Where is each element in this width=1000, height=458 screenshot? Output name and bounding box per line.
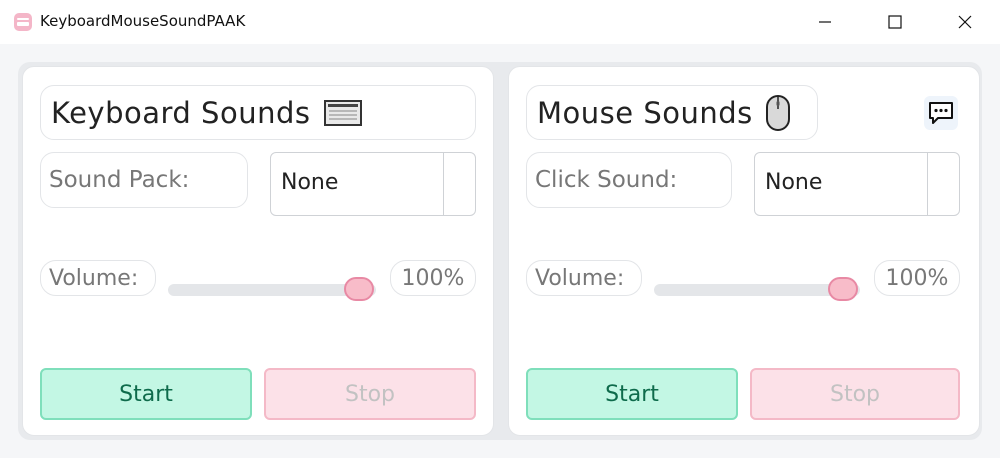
keyboard-volume-value: 100% xyxy=(390,260,476,296)
keyboard-volume-label: Volume: xyxy=(40,260,156,296)
mouse-volume-label: Volume: xyxy=(526,260,642,296)
keyboard-volume-slider-handle[interactable] xyxy=(344,277,374,301)
sound-pack-dropdown[interactable]: None xyxy=(270,152,476,216)
keyboard-volume-label-text: Volume: xyxy=(49,265,139,291)
mouse-stop-label: Stop xyxy=(829,381,880,407)
mouse-volume-label-text: Volume: xyxy=(535,265,625,291)
mouse-stop-button[interactable]: Stop xyxy=(750,368,960,420)
mouse-start-label: Start xyxy=(605,381,659,407)
click-sound-label-text: Click Sound: xyxy=(535,167,678,193)
title-bar: KeyboardMouseSoundPAAK xyxy=(0,0,1000,44)
app-keyboard-icon xyxy=(14,13,32,31)
keyboard-volume-value-text: 100% xyxy=(401,265,465,291)
close-icon xyxy=(958,15,972,29)
mouse-heading-text: Mouse Sounds xyxy=(537,95,753,130)
mouse-icon xyxy=(765,94,790,131)
sound-pack-label-text: Sound Pack: xyxy=(49,167,190,193)
minimize-button[interactable] xyxy=(802,0,848,44)
keyboard-icon xyxy=(324,99,363,126)
mouse-heading: Mouse Sounds xyxy=(526,85,818,140)
keyboard-heading-text: Keyboard Sounds xyxy=(51,95,311,130)
close-button[interactable] xyxy=(942,0,988,44)
click-sound-dropdown[interactable]: None xyxy=(754,152,960,216)
keyboard-start-label: Start xyxy=(119,381,173,407)
click-sound-label: Click Sound: xyxy=(526,152,732,208)
keyboard-stop-label: Stop xyxy=(344,381,395,407)
maximize-icon xyxy=(888,15,902,29)
chat-bubble-icon xyxy=(929,102,953,124)
mouse-volume-slider-handle[interactable] xyxy=(828,277,858,301)
sound-pack-label: Sound Pack: xyxy=(40,152,248,208)
mouse-volume-value: 100% xyxy=(874,260,960,296)
keyboard-heading: Keyboard Sounds xyxy=(40,85,476,140)
keyboard-stop-button[interactable]: Stop xyxy=(264,368,476,420)
sound-pack-value: None xyxy=(281,170,339,195)
window-title: KeyboardMouseSoundPAAK xyxy=(40,12,246,30)
maximize-button[interactable] xyxy=(872,0,918,44)
click-sound-dropdown-arrow[interactable] xyxy=(927,153,959,215)
sound-pack-dropdown-arrow[interactable] xyxy=(443,153,475,215)
keyboard-start-button[interactable]: Start xyxy=(40,368,252,420)
mouse-volume-value-text: 100% xyxy=(885,265,949,291)
click-sound-value: None xyxy=(765,170,823,195)
mouse-start-button[interactable]: Start xyxy=(526,368,738,420)
minimize-icon xyxy=(819,21,831,23)
feedback-button[interactable] xyxy=(924,96,958,130)
